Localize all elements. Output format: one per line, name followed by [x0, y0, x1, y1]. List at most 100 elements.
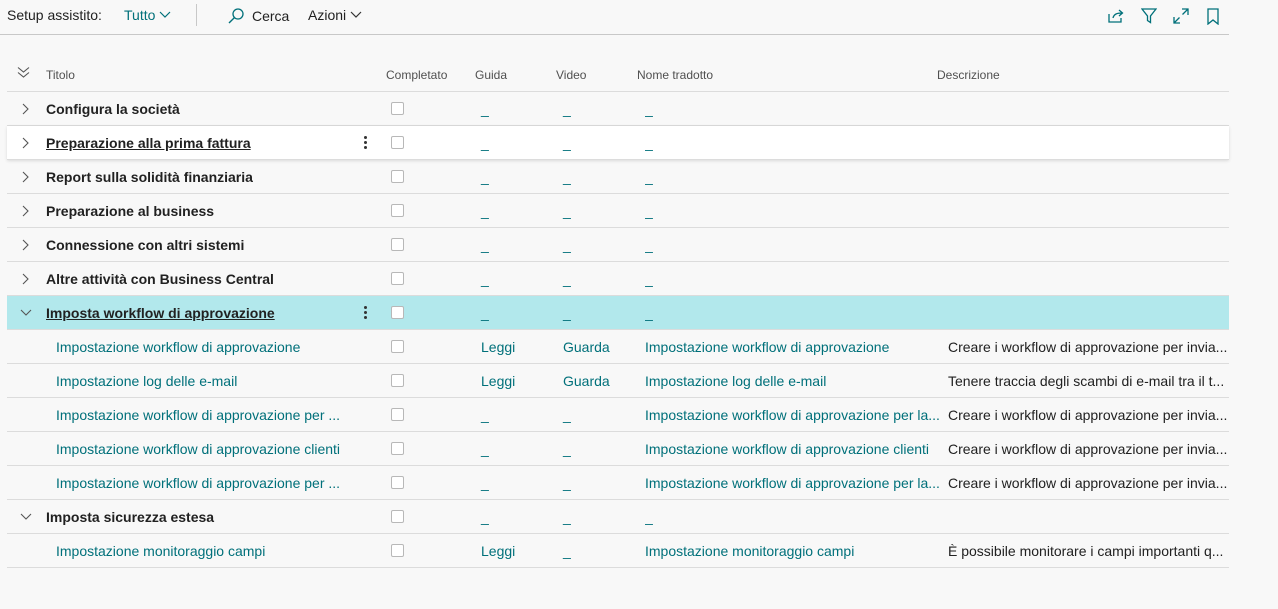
column-header-description[interactable]: Descrizione	[937, 68, 1000, 82]
row-title[interactable]: Altre attività con Business Central	[46, 271, 274, 287]
guide-link[interactable]: _	[481, 203, 489, 219]
group-row[interactable]: Preparazione al business _ _ _	[7, 194, 1229, 228]
translated-name-link[interactable]: Impostazione log delle e-mail	[645, 373, 941, 389]
translated-name-link[interactable]: _	[645, 169, 941, 185]
search-button[interactable]: Cerca	[227, 7, 289, 25]
completed-checkbox[interactable]	[391, 408, 404, 421]
row-title[interactable]: Connessione con altri sistemi	[46, 237, 244, 253]
view-filter-button[interactable]: Tutto	[124, 7, 171, 23]
row-title[interactable]: Imposta sicurezza estesa	[46, 509, 214, 525]
completed-checkbox[interactable]	[391, 544, 404, 557]
completed-checkbox[interactable]	[391, 136, 404, 149]
guide-link[interactable]: _	[481, 101, 489, 117]
completed-checkbox[interactable]	[391, 476, 404, 489]
translated-name-link[interactable]: _	[645, 237, 941, 253]
group-row[interactable]: Report sulla solidità finanziaria _ _ _	[7, 160, 1229, 194]
guide-link[interactable]: Leggi	[481, 373, 515, 389]
translated-name-link[interactable]: Impostazione monitoraggio campi	[645, 543, 941, 559]
group-row[interactable]: Configura la società _ _ _	[7, 92, 1229, 126]
guide-link[interactable]: _	[481, 305, 489, 321]
row-title[interactable]: Configura la società	[46, 101, 180, 117]
table-row[interactable]: Impostazione workflow di approvazione pe…	[7, 398, 1229, 432]
guide-link[interactable]: _	[481, 509, 489, 525]
row-title[interactable]: Impostazione workflow di approvazione	[56, 339, 356, 355]
video-link[interactable]: _	[563, 203, 571, 219]
guide-link[interactable]: _	[481, 135, 489, 151]
table-row[interactable]: Impostazione monitoraggio campi Leggi _ Imp…	[7, 534, 1229, 568]
translated-name-link[interactable]: Impostazione workflow di approvazione pe…	[645, 407, 941, 423]
filter-pane-button[interactable]	[1139, 6, 1159, 26]
row-title[interactable]: Imposta workflow di approvazione	[46, 305, 275, 321]
video-link[interactable]: _	[563, 407, 571, 423]
column-header-completed[interactable]: Completato	[386, 68, 447, 82]
guide-link[interactable]: Leggi	[481, 543, 515, 559]
video-link[interactable]: _	[563, 305, 571, 321]
video-link[interactable]: Guarda	[563, 373, 610, 389]
completed-checkbox[interactable]	[391, 204, 404, 217]
row-title[interactable]: Impostazione log delle e-mail	[56, 373, 356, 389]
group-row[interactable]: Imposta sicurezza estesa _ _ _	[7, 500, 1229, 534]
row-menu-button[interactable]	[358, 132, 372, 152]
collapse-all-button[interactable]	[17, 66, 30, 82]
actions-menu-button[interactable]: Azioni	[308, 7, 362, 23]
row-menu-button[interactable]	[358, 302, 372, 322]
completed-checkbox[interactable]	[391, 340, 404, 353]
expand-toggle[interactable]	[19, 272, 33, 286]
guide-link[interactable]: _	[481, 407, 489, 423]
group-row[interactable]: Altre attività con Business Central _ _ _	[7, 262, 1229, 296]
video-link[interactable]: _	[563, 169, 571, 185]
row-title[interactable]: Report sulla solidità finanziaria	[46, 169, 253, 185]
guide-link[interactable]: _	[481, 169, 489, 185]
expand-toggle[interactable]	[19, 238, 33, 252]
video-link[interactable]: _	[563, 271, 571, 287]
translated-name-link[interactable]: _	[645, 509, 941, 525]
translated-name-link[interactable]: _	[645, 305, 941, 321]
expand-toggle[interactable]	[19, 102, 33, 116]
translated-name-link[interactable]: Impostazione workflow di approvazione cl…	[645, 441, 941, 457]
expand-toggle[interactable]	[19, 306, 33, 320]
row-title[interactable]: Impostazione monitoraggio campi	[56, 543, 356, 559]
guide-link[interactable]: _	[481, 475, 489, 491]
column-header-guide[interactable]: Guida	[475, 68, 507, 82]
table-row[interactable]: Impostazione log delle e-mail Leggi Guarda…	[7, 364, 1229, 398]
share-button[interactable]	[1106, 6, 1126, 26]
completed-checkbox[interactable]	[391, 102, 404, 115]
translated-name-link[interactable]: Impostazione workflow di approvazione pe…	[645, 475, 941, 491]
video-link[interactable]: Guarda	[563, 339, 610, 355]
video-link[interactable]: _	[563, 509, 571, 525]
group-row[interactable]: Imposta workflow di approvazione _ _ _	[7, 296, 1229, 330]
guide-link[interactable]: _	[481, 271, 489, 287]
expand-toggle[interactable]	[19, 170, 33, 184]
completed-checkbox[interactable]	[391, 272, 404, 285]
completed-checkbox[interactable]	[391, 442, 404, 455]
guide-link[interactable]: Leggi	[481, 339, 515, 355]
completed-checkbox[interactable]	[391, 510, 404, 523]
expand-toggle[interactable]	[19, 204, 33, 218]
completed-checkbox[interactable]	[391, 374, 404, 387]
video-link[interactable]: _	[563, 237, 571, 253]
translated-name-link[interactable]: _	[645, 271, 941, 287]
completed-checkbox[interactable]	[391, 238, 404, 251]
table-row[interactable]: Impostazione workflow di approvazione Leg…	[7, 330, 1229, 364]
column-header-video[interactable]: Video	[556, 68, 586, 82]
group-row[interactable]: Preparazione alla prima fattura _ _ _	[7, 126, 1229, 160]
completed-checkbox[interactable]	[391, 306, 404, 319]
row-title[interactable]: Impostazione workflow di approvazione pe…	[56, 407, 356, 423]
column-header-title[interactable]: Titolo	[46, 68, 75, 82]
translated-name-link[interactable]: _	[645, 101, 941, 117]
table-row[interactable]: Impostazione workflow di approvazione cl…	[7, 432, 1229, 466]
guide-link[interactable]: _	[481, 441, 489, 457]
row-title[interactable]: Preparazione al business	[46, 203, 214, 219]
video-link[interactable]: _	[563, 543, 571, 559]
video-link[interactable]: _	[563, 441, 571, 457]
group-row[interactable]: Connessione con altri sistemi _ _ _	[7, 228, 1229, 262]
translated-name-link[interactable]: _	[645, 135, 941, 151]
row-title[interactable]: Impostazione workflow di approvazione cl…	[56, 441, 356, 457]
video-link[interactable]: _	[563, 475, 571, 491]
video-link[interactable]: _	[563, 135, 571, 151]
translated-name-link[interactable]: Impostazione workflow di approvazione	[645, 339, 941, 355]
row-title[interactable]: Impostazione workflow di approvazione pe…	[56, 475, 356, 491]
expand-button[interactable]	[1171, 6, 1191, 26]
bookmark-button[interactable]	[1203, 6, 1223, 26]
translated-name-link[interactable]: _	[645, 203, 941, 219]
